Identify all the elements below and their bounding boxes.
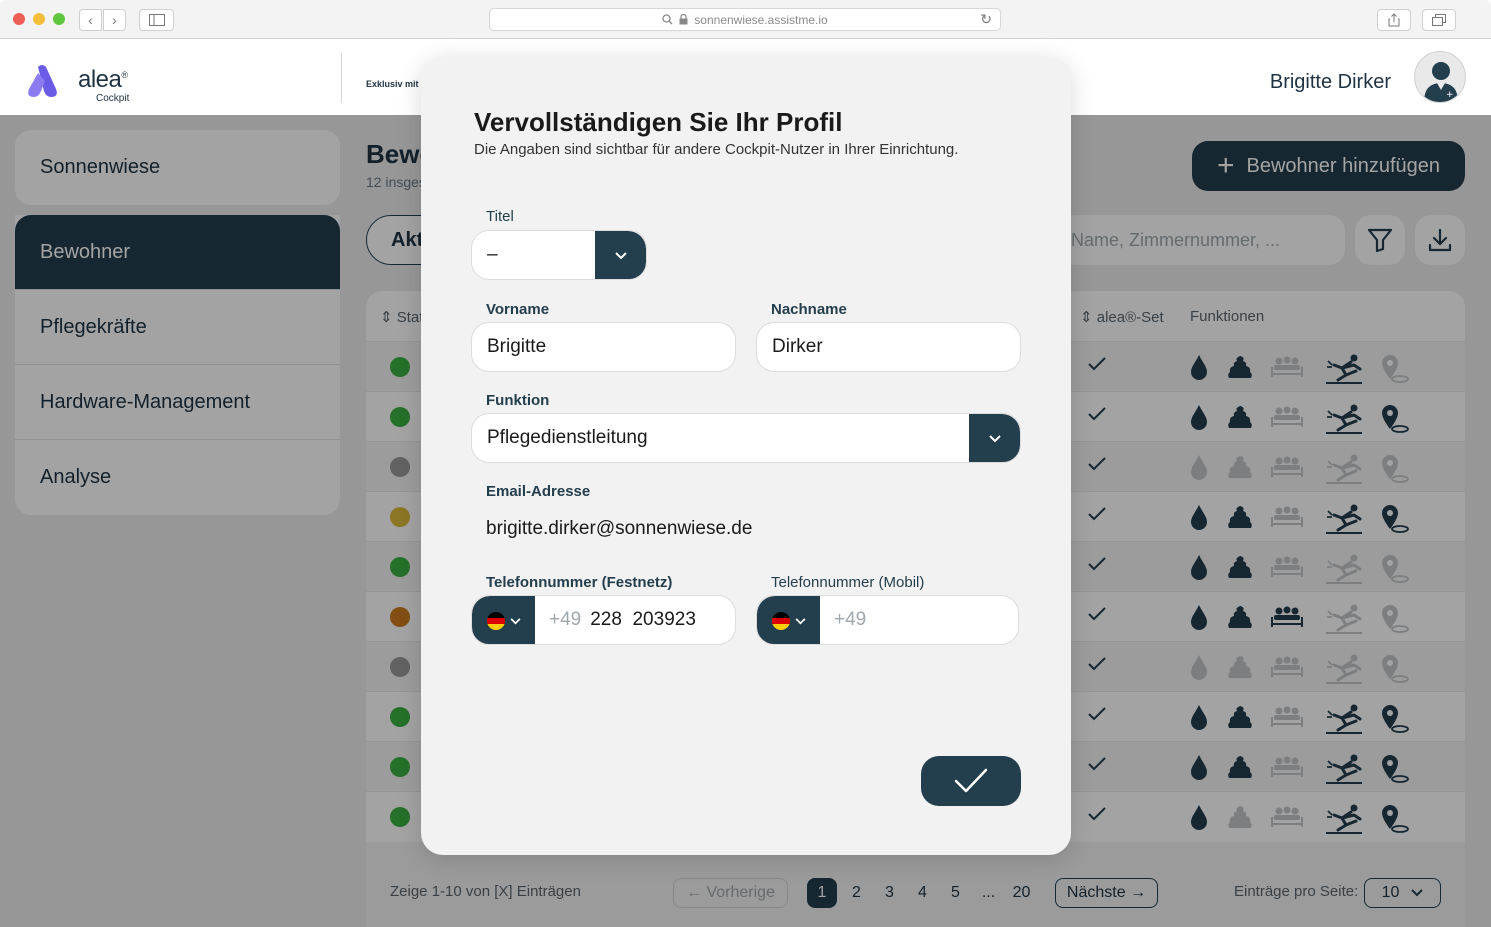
exklusiv-text: Exklusiv mit [366,79,419,89]
tabs-icon [1432,14,1446,26]
funktion-dropdown-button[interactable] [969,414,1020,462]
tel-fest-label: Telefonnummer (Festnetz) [486,574,673,591]
tel-mobil-country-select[interactable] [757,596,820,644]
titel-dropdown-button[interactable] [595,231,646,279]
chevron-down-icon [510,617,520,624]
tabs-button[interactable] [1422,9,1456,31]
email-label: Email-Adresse [486,483,591,500]
nachname-input[interactable]: Dirker [756,322,1021,372]
sidebar-toggle-button[interactable] [139,9,174,31]
funktion-value: Pflegedienstleitung [487,427,648,448]
chevron-down-icon [988,435,1001,443]
checkmark-icon [954,768,988,793]
alea-logo-icon [28,65,57,97]
window-close-button[interactable] [13,13,25,25]
funktion-select[interactable]: Pflegedienstleitung [471,413,1021,463]
tel-fest-input[interactable]: +49 228 203923 [471,595,736,645]
tel-fest-prefix: +49 [549,609,582,630]
germany-flag-icon [486,612,505,630]
lock-icon [679,14,688,25]
window-minimize-button[interactable] [33,13,45,25]
avatar[interactable]: + [1414,51,1466,103]
tel-mobil-input[interactable]: +49 [756,595,1019,645]
user-name: Brigitte Dirker [1269,71,1391,93]
chevron-left-icon: ‹ [88,12,93,28]
logo-word: alea® [78,66,128,93]
share-icon [1388,13,1400,27]
nachname-label: Nachname [771,301,847,318]
funktion-label: Funktion [486,392,550,409]
tel-fest-value: 228 203923 [590,609,696,630]
forward-button[interactable]: › [103,9,126,31]
back-button[interactable]: ‹ [79,9,102,31]
tel-mobil-label: Telefonnummer (Mobil) [771,574,925,591]
window-zoom-button[interactable] [53,13,65,25]
url-bar[interactable]: sonnenwiese.assistme.io ↻ [489,8,1001,31]
chevron-right-icon: › [112,12,117,28]
submit-button[interactable] [921,756,1021,806]
tel-mobil-prefix: +49 [834,609,867,630]
tel-fest-country-select[interactable] [472,596,535,644]
titel-label: Titel [486,208,514,225]
email-value: brigitte.dirker@sonnenwiese.de [486,518,753,539]
chevron-down-icon [614,252,627,260]
reload-icon[interactable]: ↻ [980,11,992,28]
url-text: sonnenwiese.assistme.io [694,12,828,27]
vorname-input[interactable]: Brigitte [471,322,736,372]
profile-modal: Vervollständigen Sie Ihr Profil Die Anga… [421,57,1071,855]
modal-subtitle: Die Angaben sind sichtbar für andere Coc… [474,141,959,158]
sidebar-icon [148,14,165,26]
share-button[interactable] [1377,9,1411,31]
chevron-down-icon [795,617,805,624]
svg-text:+: + [1446,90,1454,100]
vorname-label: Vorname [486,301,550,318]
header-divider [341,53,342,103]
titel-value: – [487,244,498,265]
search-icon [662,14,673,25]
user-avatar-icon: + [1424,62,1458,102]
germany-flag-icon [771,612,790,630]
modal-title: Vervollständigen Sie Ihr Profil [474,107,843,137]
titel-select[interactable]: – [471,230,647,280]
browser-chrome: ‹ › sonnenwiese.assistme.io ↻ [0,0,1491,39]
logo-subtitle: Cockpit [96,93,130,104]
